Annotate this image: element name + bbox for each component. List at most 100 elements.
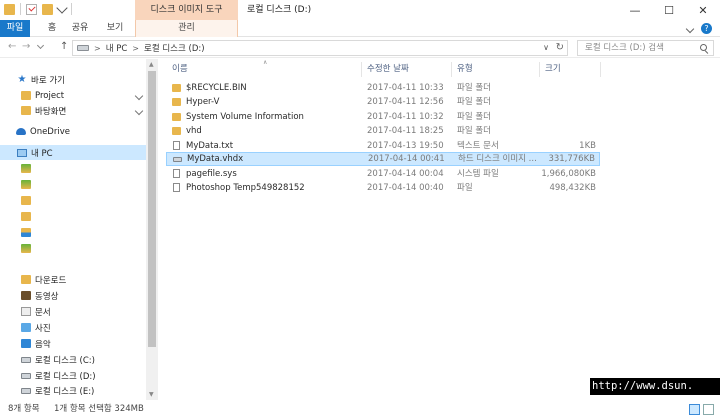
sidebar-item-folder[interactable] (0, 193, 146, 208)
tab-file[interactable]: 파일 (0, 20, 30, 37)
back-arrow-icon[interactable]: ← (8, 41, 16, 52)
file-name: Hyper-V (186, 97, 220, 107)
scroll-down-icon[interactable]: ▼ (149, 391, 154, 398)
videos-folder-icon (21, 291, 31, 300)
sidebar-item-folder[interactable] (0, 209, 146, 224)
sidebar-item-quick-access[interactable]: ★ 바로 가기 (0, 72, 146, 87)
column-divider[interactable] (539, 62, 540, 77)
sidebar-item-onedrive[interactable]: OneDrive (0, 124, 146, 139)
sidebar-item-label: 로컬 디스크 (E:) (35, 386, 95, 397)
breadcrumb-item-drive-d[interactable]: 로컬 디스크 (D:) (144, 42, 205, 54)
table-row[interactable]: System Volume Information 2017-04-11 10:… (166, 110, 600, 124)
sidebar-item-project[interactable]: Project (0, 88, 146, 103)
tab-manage[interactable]: 관리 (135, 20, 238, 37)
sidebar-item-music[interactable]: 음악 (0, 336, 146, 351)
tab-share[interactable]: 공유 (67, 20, 93, 37)
file-type: 시스템 파일 (457, 169, 499, 179)
cloud-icon (16, 128, 26, 135)
table-row[interactable]: $RECYCLE.BIN 2017-04-11 10:33 파일 폴더 (166, 81, 600, 95)
new-folder-icon[interactable] (42, 3, 53, 15)
sidebar-item-label: 문서 (35, 307, 51, 318)
address-history-chevron-icon[interactable]: ∨ (543, 43, 549, 52)
customize-toolbar-chevron-icon[interactable] (56, 1, 68, 14)
search-icon[interactable] (700, 44, 707, 51)
file-date: 2017-04-13 19:50 (367, 141, 444, 151)
sidebar-item-drive-c[interactable]: 로컬 디스크 (C:) (0, 352, 146, 367)
file-type: 하드 디스크 이미지 ... (458, 154, 537, 164)
breadcrumb-item-this-pc[interactable]: 내 PC (106, 42, 128, 54)
address-bar[interactable]: > 내 PC > 로컬 디스크 (D:) ∨ ↻ (72, 40, 568, 56)
file-size: 498,432KB (549, 183, 596, 193)
properties-check-icon[interactable] (26, 3, 37, 15)
table-row[interactable]: vhd 2017-04-11 18:25 파일 폴더 (166, 124, 600, 138)
sidebar-item-drive-d[interactable]: 로컬 디스크 (D:) (0, 368, 146, 383)
folder-icon (21, 196, 31, 205)
music-folder-icon (21, 339, 31, 348)
column-divider[interactable] (361, 62, 362, 77)
selection-info: 1개 항목 선택함 324MB (54, 404, 144, 414)
folder-icon (21, 212, 31, 221)
folder-icon (172, 98, 181, 106)
help-icon[interactable]: ? (701, 23, 712, 34)
sidebar-item-label: 로컬 디스크 (D:) (35, 371, 96, 382)
tab-home[interactable]: 홈 (40, 20, 64, 37)
up-arrow-icon[interactable]: ↑ (60, 41, 68, 52)
breadcrumb-separator[interactable]: > (132, 44, 139, 53)
navigation-pane-scrollbar[interactable]: ▲ ▼ (146, 59, 158, 400)
breadcrumb-separator[interactable]: > (94, 44, 101, 53)
sidebar-item-videos[interactable]: 동영상 (0, 288, 146, 303)
column-divider[interactable] (600, 62, 601, 77)
file-date: 2017-04-11 10:32 (367, 112, 444, 122)
table-row[interactable]: Hyper-V 2017-04-11 12:56 파일 폴더 (166, 95, 600, 109)
sidebar-item-drive-e[interactable]: 로컬 디스크 (E:) (0, 383, 146, 398)
file-size: 331,776KB (548, 154, 595, 164)
recent-locations-chevron-icon[interactable] (36, 41, 45, 50)
sidebar-item-label: 로컬 디스크 (C:) (35, 355, 95, 366)
file-date: 2017-04-14 00:41 (368, 154, 445, 164)
file-type: 파일 폴더 (457, 97, 491, 107)
scrollbar-thumb[interactable] (148, 71, 156, 347)
column-header-type[interactable]: 유형 (457, 62, 473, 77)
column-divider[interactable] (451, 62, 452, 77)
column-header-date[interactable]: 수정한 날짜 (367, 62, 409, 77)
file-name: Photoshop Temp549828152 (186, 183, 305, 193)
large-icons-view-icon[interactable] (703, 404, 714, 415)
system-file-icon (173, 169, 180, 178)
sidebar-item-documents[interactable]: 문서 (0, 304, 146, 319)
star-icon: ★ (17, 74, 27, 85)
sidebar-item-folder[interactable] (0, 161, 146, 176)
column-header-name[interactable]: 이름 (172, 62, 188, 77)
close-button[interactable]: ✕ (686, 0, 720, 20)
title-bar: 디스크 이미지 도구 로컬 디스크 (D:) — ☐ ✕ (0, 0, 720, 20)
sidebar-item-desktop[interactable]: 바탕화면 (0, 103, 146, 118)
tab-view[interactable]: 보기 (100, 20, 130, 37)
table-row[interactable]: Photoshop Temp549828152 2017-04-14 00:40… (166, 181, 600, 195)
scroll-up-icon[interactable]: ▲ (149, 61, 154, 68)
watermark: http://www.dsun. (590, 378, 720, 395)
table-row[interactable]: MyData.txt 2017-04-13 19:50 텍스트 문서 1KB (166, 139, 600, 153)
file-type: 파일 (457, 183, 473, 193)
expand-ribbon-chevron-icon[interactable] (685, 24, 695, 33)
table-row[interactable]: pagefile.sys 2017-04-14 00:04 시스템 파일 1,9… (166, 167, 600, 181)
file-name: MyData.vhdx (187, 154, 244, 164)
forward-arrow-icon[interactable]: → (22, 41, 30, 52)
table-row-selected[interactable]: MyData.vhdx 2017-04-14 00:41 하드 디스크 이미지 … (166, 152, 600, 166)
refresh-icon[interactable]: ↻ (556, 42, 564, 53)
sidebar-item-pictures[interactable]: 사진 (0, 320, 146, 335)
folder-icon (4, 3, 15, 15)
sidebar-item-folder[interactable] (0, 241, 146, 256)
navigation-pane: ★ 바로 가기 Project 바탕화면 OneDrive 내 PC 다운로드 … (0, 59, 158, 400)
sidebar-item-downloads[interactable]: 다운로드 (0, 272, 146, 287)
sidebar-item-folder[interactable] (0, 177, 146, 192)
minimize-button[interactable]: — (618, 0, 652, 20)
drive-icon (21, 356, 31, 363)
search-input[interactable]: 로컬 디스크 (D:) 검색 (577, 40, 714, 56)
column-header-size[interactable]: 크기 (545, 62, 561, 77)
maximize-button[interactable]: ☐ (652, 0, 686, 20)
details-view-icon[interactable] (689, 404, 700, 415)
sidebar-item-folder[interactable] (0, 225, 146, 240)
status-bar: 8개 항목 1개 항목 선택함 324MB (0, 400, 720, 419)
divider (71, 3, 72, 15)
text-file-icon (173, 141, 180, 150)
sidebar-item-this-pc[interactable]: 내 PC (0, 145, 146, 160)
